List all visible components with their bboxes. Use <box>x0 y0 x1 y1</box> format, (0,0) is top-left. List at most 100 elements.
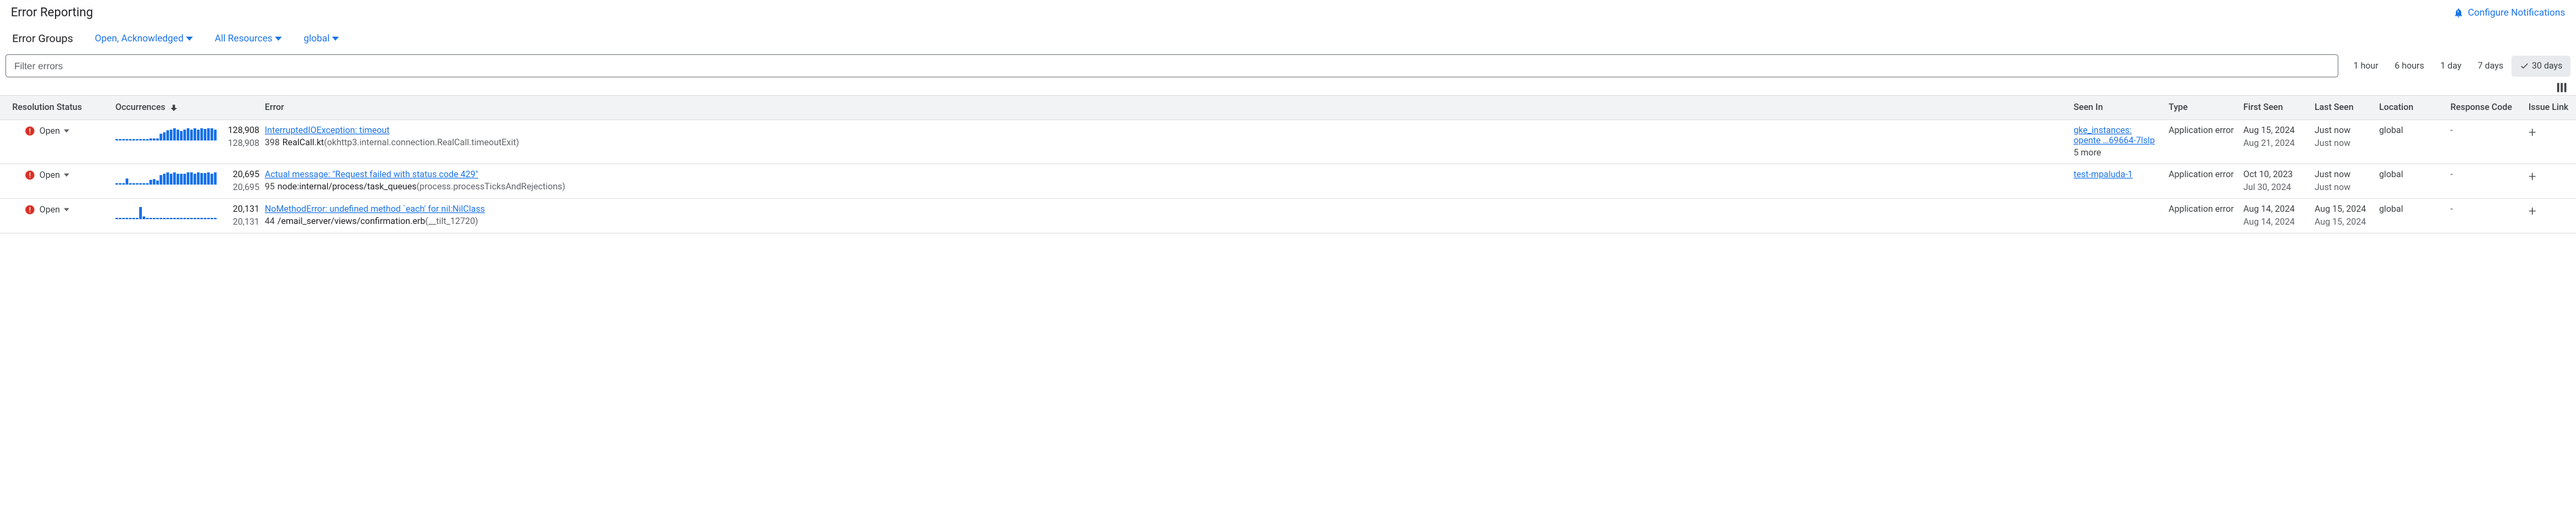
col-header-seenin[interactable]: Seen In <box>2074 102 2169 113</box>
table-row: Open 128,908 128,908 InterruptedIOExceptio… <box>0 120 2576 164</box>
status-filter-label: Open, Acknowledged <box>95 33 184 44</box>
col-header-status[interactable]: Resolution Status <box>0 102 115 113</box>
location: global <box>2379 126 2450 136</box>
occurrence-count-sub: 128,908 <box>222 138 259 149</box>
occurrence-count-sub: 20,131 <box>222 217 259 227</box>
status-dropdown[interactable]: Open <box>12 126 115 136</box>
caret-down-icon <box>332 35 339 42</box>
occurrence-count: 128,908 <box>222 126 259 136</box>
region-filter-dropdown[interactable]: global <box>303 33 339 44</box>
error-link[interactable]: NoMethodError: undefined method `each' f… <box>265 204 485 214</box>
sparkline <box>115 207 217 219</box>
status-filter-dropdown[interactable]: Open, Acknowledged <box>95 33 194 44</box>
col-header-responsecode[interactable]: Response Code <box>2450 102 2528 113</box>
error-icon <box>24 126 35 136</box>
location: global <box>2379 170 2450 180</box>
error-groups-title: Error Groups <box>12 32 73 45</box>
first-seen: Aug 14, 2024 <box>2243 204 2315 214</box>
occurrence-count-sub: 20,695 <box>222 183 259 193</box>
last-seen: Just now <box>2315 170 2379 180</box>
col-header-occurrences-label: Occurrences <box>115 102 165 113</box>
error-link[interactable]: InterruptedIOException: timeout <box>265 126 390 136</box>
sparkline <box>115 128 217 140</box>
error-path: /email_server/views/confirmation.erb <box>278 216 426 227</box>
error-line-number: 44 <box>265 216 275 227</box>
add-issue-link-button[interactable]: + <box>2528 203 2536 219</box>
col-header-type[interactable]: Type <box>2169 102 2243 113</box>
table-header-row: Resolution Status Occurrences Error Seen… <box>0 95 2576 120</box>
first-seen-sub: Aug 14, 2024 <box>2243 217 2315 227</box>
region-filter-label: global <box>303 33 329 44</box>
time-range-7days[interactable]: 7 days <box>2469 56 2511 77</box>
caret-down-icon <box>64 172 69 178</box>
table-row: Open 20,131 20,131 NoMethodError: undefine… <box>0 199 2576 233</box>
seen-in-more[interactable]: 5 more <box>2074 148 2169 158</box>
response-code: - <box>2450 126 2528 136</box>
response-code: - <box>2450 170 2528 180</box>
time-range-1day[interactable]: 1 day <box>2432 56 2469 77</box>
seen-in-link[interactable]: gke_instances: <box>2074 126 2169 136</box>
col-header-occurrences[interactable]: Occurrences <box>115 102 265 113</box>
add-issue-link-button[interactable]: + <box>2528 124 2536 140</box>
col-header-location[interactable]: Location <box>2379 102 2450 113</box>
resources-filter-dropdown[interactable]: All Resources <box>215 33 282 44</box>
location: global <box>2379 204 2450 214</box>
sort-desc-icon <box>169 103 179 113</box>
seen-in-link[interactable]: test-mpaluda-1 <box>2074 170 2169 180</box>
error-link[interactable]: Actual message: "Request failed with sta… <box>265 170 478 180</box>
last-seen-sub: Just now <box>2315 183 2379 193</box>
add-issue-link-button[interactable]: + <box>2528 168 2536 185</box>
first-seen-sub: Aug 21, 2024 <box>2243 138 2315 149</box>
error-function: (process.processTicksAndRejections) <box>416 182 565 192</box>
filter-errors-input[interactable] <box>5 54 2338 77</box>
error-line-number: 95 <box>265 182 275 192</box>
col-header-firstseen[interactable]: First Seen <box>2243 102 2315 113</box>
last-seen-sub: Aug 15, 2024 <box>2315 217 2379 227</box>
check-icon <box>2520 61 2529 71</box>
status-dropdown[interactable]: Open <box>12 204 115 215</box>
status-dropdown[interactable]: Open <box>12 170 115 181</box>
status-label: Open <box>39 126 60 136</box>
resources-filter-label: All Resources <box>215 33 272 44</box>
occurrence-count: 20,695 <box>222 170 259 180</box>
error-icon <box>24 204 35 215</box>
configure-notifications-label: Configure Notifications <box>2468 7 2565 18</box>
col-header-error[interactable]: Error <box>265 102 2074 113</box>
status-label: Open <box>39 170 60 181</box>
time-range-30days[interactable]: 30 days <box>2511 56 2571 77</box>
last-seen: Just now <box>2315 126 2379 136</box>
error-path: node:internal/process/task_queues <box>278 182 417 192</box>
error-function: (__tilt_12720) <box>425 216 478 227</box>
error-function: (okhttp3.internal.connection.RealCall.ti… <box>324 138 519 148</box>
configure-notifications-link[interactable]: Configure Notifications <box>2453 7 2565 18</box>
time-range-6hours[interactable]: 6 hours <box>2387 56 2432 77</box>
caret-down-icon <box>64 128 69 134</box>
caret-down-icon <box>64 207 69 212</box>
error-path: RealCall.kt <box>282 138 324 148</box>
error-groups-table: Resolution Status Occurrences Error Seen… <box>0 95 2576 233</box>
seen-in-link[interactable]: opente …69664-7lslp <box>2074 136 2169 146</box>
caret-down-icon <box>186 35 193 42</box>
response-code: - <box>2450 204 2528 214</box>
time-range-1hour[interactable]: 1 hour <box>2345 56 2387 77</box>
first-seen-sub: Jul 30, 2024 <box>2243 183 2315 193</box>
error-type: Application error <box>2169 170 2243 180</box>
caret-down-icon <box>275 35 282 42</box>
last-seen-sub: Just now <box>2315 138 2379 149</box>
occurrence-count: 20,131 <box>222 204 259 214</box>
first-seen: Aug 15, 2024 <box>2243 126 2315 136</box>
col-header-issuelink[interactable]: Issue Link <box>2528 102 2576 113</box>
sparkline <box>115 172 217 185</box>
col-header-lastseen[interactable]: Last Seen <box>2315 102 2379 113</box>
table-row: Open 20,695 20,695 Actual message: "Reques… <box>0 164 2576 199</box>
column-settings-icon[interactable] <box>2556 81 2568 94</box>
error-type: Application error <box>2169 126 2243 136</box>
time-range-selector: 1 hour 6 hours 1 day 7 days 30 days <box>2345 54 2571 77</box>
error-icon <box>24 170 35 181</box>
last-seen: Aug 15, 2024 <box>2315 204 2379 214</box>
error-line-number: 398 <box>265 138 280 148</box>
error-type: Application error <box>2169 204 2243 214</box>
time-range-30days-label: 30 days <box>2532 61 2562 71</box>
first-seen: Oct 10, 2023 <box>2243 170 2315 180</box>
status-label: Open <box>39 205 60 215</box>
